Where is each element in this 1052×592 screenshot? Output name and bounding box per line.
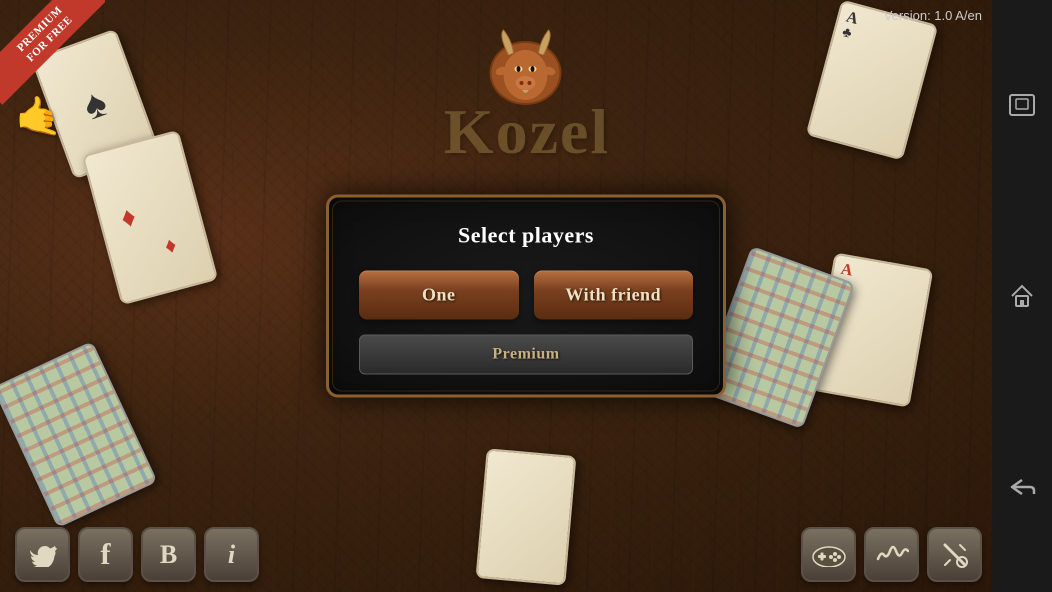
blog-button[interactable]: B xyxy=(141,527,196,582)
tools-button[interactable] xyxy=(927,527,982,582)
gamepad-button[interactable] xyxy=(801,527,856,582)
premium-button[interactable]: Premium xyxy=(359,335,693,375)
diamond-symbol-2: ♦ xyxy=(162,232,180,260)
dialog-title: Select players xyxy=(359,223,693,249)
diamond-symbol-1: ♦ xyxy=(118,201,140,236)
right-bottom-toolbar xyxy=(801,527,982,582)
twitter-button[interactable] xyxy=(15,527,70,582)
window-button[interactable] xyxy=(1001,84,1043,126)
sidebar xyxy=(992,0,1052,592)
premium-badge[interactable]: PREMIUMFOR FREE xyxy=(0,0,105,105)
wave-button[interactable] xyxy=(864,527,919,582)
with-friend-button[interactable]: With friend xyxy=(534,271,694,320)
goat-logo xyxy=(484,25,569,115)
version-text: Version: 1.0 A/en xyxy=(884,8,982,23)
select-players-dialog: Select players One With friend Premium xyxy=(326,195,726,398)
info-icon: i xyxy=(228,540,235,570)
info-button[interactable]: i xyxy=(204,527,259,582)
blog-icon: B xyxy=(160,540,177,570)
facebook-button[interactable]: f xyxy=(78,527,133,582)
premium-badge-label: PREMIUMFOR FREE xyxy=(0,0,105,105)
back-button[interactable] xyxy=(1001,466,1043,508)
facebook-icon: f xyxy=(101,538,111,572)
one-player-button[interactable]: One xyxy=(359,271,519,320)
home-button[interactable] xyxy=(1001,275,1043,317)
dialog-buttons: One With friend xyxy=(359,271,693,320)
